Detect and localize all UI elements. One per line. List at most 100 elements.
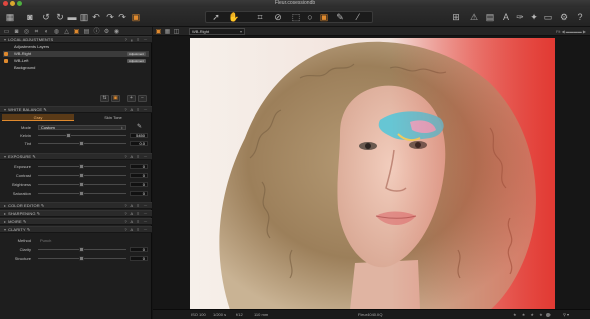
- contrast-slider[interactable]: [38, 173, 126, 178]
- section-actions-icon[interactable]: ? A ≡ ⋯: [124, 107, 149, 113]
- saturation-slider[interactable]: [38, 191, 126, 196]
- section-actions-icon[interactable]: ? A ≡ ⋯: [124, 227, 149, 233]
- local-adjustments-tab-icon[interactable]: ▣: [73, 28, 80, 35]
- kelvin-slider[interactable]: [38, 133, 126, 138]
- slider-knob[interactable]: [79, 182, 84, 187]
- multi-view-icon[interactable]: ▦: [164, 28, 171, 35]
- layer-brush-icon[interactable]: ▣: [318, 11, 330, 23]
- brightness-slider[interactable]: [38, 182, 126, 187]
- help-icon[interactable]: ?: [574, 11, 586, 23]
- adjustments-tab-icon[interactable]: ▤: [83, 28, 90, 35]
- slider-knob[interactable]: [79, 141, 84, 146]
- output-tab-icon[interactable]: ⚙: [103, 28, 110, 35]
- tab-skin-tone[interactable]: Skin Tone: [76, 114, 150, 121]
- section-actions-icon[interactable]: ? A ≡ ⋯: [124, 203, 149, 209]
- library-icon[interactable]: ▦: [4, 11, 16, 23]
- layer-brush-button[interactable]: ▣: [111, 95, 120, 102]
- tint-value[interactable]: 0.0: [130, 141, 148, 146]
- slider-knob[interactable]: [79, 191, 84, 196]
- crop-tool-icon[interactable]: ⌗: [254, 11, 266, 23]
- section-actions-icon[interactable]: ? A ≡ ⋯: [124, 154, 149, 160]
- layer-row-wb-left[interactable]: WB-Left Adjustment: [3, 58, 149, 64]
- clarity-slider[interactable]: [38, 247, 126, 252]
- exposure-tab-icon[interactable]: ◐: [43, 28, 50, 35]
- compare-icon[interactable]: ▤: [484, 11, 496, 23]
- slider-knob[interactable]: [79, 164, 84, 169]
- layer-row-wb-right[interactable]: WB-Right Adjustment: [3, 51, 149, 57]
- kelvin-value[interactable]: 5450: [130, 133, 148, 138]
- settings-icon[interactable]: ⚙: [558, 11, 570, 23]
- tab-gray[interactable]: Gray: [2, 114, 74, 121]
- details-tab-icon[interactable]: △: [63, 28, 70, 35]
- text-icon[interactable]: A: [500, 11, 512, 23]
- moire-header[interactable]: ▸ MOIRE ✎ ? A ≡ ⋯: [0, 218, 152, 225]
- slider-knob[interactable]: [79, 256, 84, 261]
- exposure-slider[interactable]: [38, 164, 126, 169]
- print-icon[interactable]: ▭: [542, 11, 554, 23]
- add-layer-button[interactable]: +: [127, 95, 136, 102]
- rotate-right-icon[interactable]: ↻: [54, 11, 66, 23]
- white-balance-header[interactable]: ▾ WHITE BALANCE ✎ ? A ≡ ⋯: [0, 106, 152, 113]
- folder-icon[interactable]: ▬: [66, 11, 78, 23]
- pick-icon[interactable]: ✑: [514, 11, 526, 23]
- clarity-method-select[interactable]: Punch: [40, 237, 51, 244]
- warning-icon[interactable]: ⚠: [468, 11, 480, 23]
- zoom-menu-icon[interactable]: ⚲ ▾: [563, 310, 569, 319]
- saturation-value[interactable]: 0: [130, 191, 148, 196]
- sharpening-header[interactable]: ▸ SHARPENING ✎ ? A ≡ ⋯: [0, 210, 152, 217]
- section-actions-icon[interactable]: ? ⁎ ≡ ⋯: [125, 37, 149, 43]
- section-actions-icon[interactable]: ? A ≡ ⋯: [124, 211, 149, 217]
- layer-row-background[interactable]: Background: [3, 65, 149, 71]
- slider-knob[interactable]: [79, 247, 84, 252]
- slider-knob[interactable]: [66, 133, 71, 138]
- layer-visible-checkbox[interactable]: [4, 52, 8, 56]
- section-actions-icon[interactable]: ? A ≡ ⋯: [124, 219, 149, 225]
- workspace-icon[interactable]: ▣: [130, 11, 142, 23]
- layer-visible-checkbox[interactable]: [4, 59, 8, 63]
- single-view-icon[interactable]: ▣: [155, 28, 162, 35]
- photo-preview[interactable]: [190, 38, 555, 310]
- redo-left-icon[interactable]: ↷: [104, 11, 116, 23]
- trash-icon[interactable]: ▥: [78, 11, 90, 23]
- exposure-value[interactable]: 0: [130, 164, 148, 169]
- tint-slider[interactable]: [38, 141, 126, 146]
- exposure-header[interactable]: ▾ EXPOSURE ✎ ? A ≡ ⋯: [0, 153, 152, 160]
- batch-tab-icon[interactable]: ◉: [113, 28, 120, 35]
- layer-options-icon[interactable]: ⇅: [100, 95, 109, 102]
- contrast-value[interactable]: 0: [130, 173, 148, 178]
- keystone-icon[interactable]: ⬚: [290, 11, 302, 23]
- adjust-icon[interactable]: ✦: [528, 11, 540, 23]
- folder-tab-icon[interactable]: ▭: [3, 28, 10, 35]
- wb-picker-icon[interactable]: ✎: [137, 124, 142, 131]
- hand-tool-icon[interactable]: ✋: [228, 11, 240, 23]
- structure-slider[interactable]: [38, 256, 126, 261]
- cursor-tool-icon[interactable]: ➚: [210, 11, 222, 23]
- brightness-value[interactable]: 0: [130, 182, 148, 187]
- brush-icon[interactable]: ✎: [334, 11, 346, 23]
- lens-tab-icon[interactable]: ◎: [23, 28, 30, 35]
- color-tag-icon[interactable]: [546, 313, 550, 317]
- wb-mode-select[interactable]: Custom ⇕: [38, 125, 126, 130]
- clarity-header[interactable]: ▾ CLARITY ✎ ? A ≡ ⋯: [0, 226, 152, 233]
- compare-view-icon[interactable]: ◫: [173, 28, 180, 35]
- variant-select[interactable]: WB-Right ▾: [189, 28, 245, 35]
- undo-icon[interactable]: ↶: [90, 11, 102, 23]
- redo-right-icon[interactable]: ↷: [116, 11, 128, 23]
- slider-knob[interactable]: [79, 173, 84, 178]
- layer-row[interactable]: Adjustments Layers: [3, 44, 149, 50]
- clarity-value[interactable]: 0: [130, 247, 148, 252]
- local-adjustments-header[interactable]: ▾ LOCAL ADJUSTMENTS ? ⁎ ≡ ⋯: [0, 36, 152, 43]
- straighten-icon[interactable]: ⊘: [272, 11, 284, 23]
- circle-brush-icon[interactable]: ○: [304, 11, 316, 23]
- color-editor-header[interactable]: ▸ COLOR EDITOR ✎ ? A ≡ ⋯: [0, 202, 152, 209]
- picker-icon[interactable]: ⁄: [352, 11, 364, 23]
- camera-tab-icon[interactable]: ◙: [13, 28, 20, 35]
- camera-icon[interactable]: ◙: [24, 11, 36, 23]
- grid-view-icon[interactable]: ⊞: [450, 11, 462, 23]
- remove-layer-button[interactable]: −: [138, 95, 147, 102]
- crop-tab-icon[interactable]: ⌗: [33, 28, 40, 35]
- zoom-controls[interactable]: Fit ◀ ▬▬▬▬ ▶: [556, 28, 586, 35]
- color-tab-icon[interactable]: ◍: [53, 28, 60, 35]
- structure-value[interactable]: 0: [130, 256, 148, 261]
- metadata-tab-icon[interactable]: ⓘ: [93, 28, 100, 35]
